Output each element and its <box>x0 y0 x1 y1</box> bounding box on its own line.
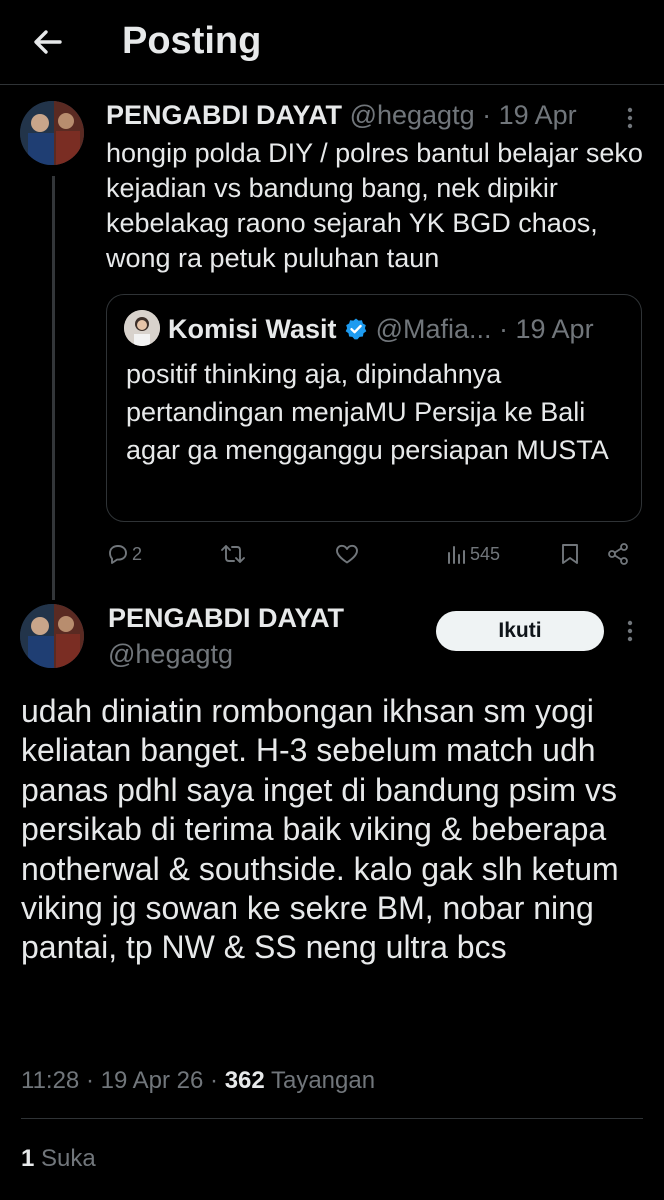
quote-avatar[interactable] <box>124 310 160 346</box>
thread-line <box>52 176 55 600</box>
likes-label: Suka <box>34 1145 96 1172</box>
header-divider <box>0 84 664 85</box>
quote-author-name: Komisi Wasit <box>168 314 337 344</box>
separator: · <box>474 100 499 130</box>
page-title: Posting <box>122 20 262 62</box>
more-options-button[interactable] <box>622 104 638 132</box>
author-name[interactable]: PENGABDI DAYAT <box>108 602 344 634</box>
quote-handle: @Mafia... <box>375 314 492 344</box>
like-button[interactable] <box>334 538 360 570</box>
more-options-button[interactable] <box>622 617 638 645</box>
views-button[interactable]: 545 <box>446 538 500 570</box>
reply-icon <box>109 545 127 564</box>
quote-date: 19 Apr <box>515 314 594 344</box>
reply-count: 2 <box>132 543 143 564</box>
author-handle[interactable]: @hegagtg <box>350 100 475 130</box>
verified-badge-icon <box>344 317 368 341</box>
tweet-meta: 11:28 · 19 Apr 26 · 362 Tayangan <box>21 1065 375 1097</box>
back-button[interactable] <box>30 24 66 60</box>
tweet-date[interactable]: 19 Apr <box>499 100 577 130</box>
follow-button[interactable]: Ikuti <box>436 611 604 651</box>
quote-text: positif thinking aja, dipindahnya pertan… <box>126 359 609 465</box>
share-icon <box>608 543 628 565</box>
retweet-button[interactable] <box>219 538 247 570</box>
author-handle[interactable]: @hegagtg <box>108 638 233 670</box>
separator: · <box>491 314 516 344</box>
quote-header: Komisi Wasit @Mafia... · 19 Apr <box>168 312 594 346</box>
bookmark-button[interactable] <box>559 538 581 570</box>
separator: · <box>203 1067 225 1094</box>
share-button[interactable] <box>606 538 630 570</box>
author-name[interactable]: PENGABDI DAYAT <box>106 100 342 130</box>
more-vertical-icon <box>627 107 633 129</box>
more-vertical-icon <box>627 620 633 642</box>
likes-summary[interactable]: 1 Suka <box>21 1143 96 1175</box>
views-count[interactable]: 362 <box>225 1067 265 1094</box>
heart-icon <box>336 544 358 564</box>
avatar[interactable] <box>20 101 84 165</box>
tweet-date[interactable]: 19 Apr 26 <box>101 1067 204 1094</box>
views-label[interactable]: Tayangan <box>265 1067 375 1094</box>
retweet-icon <box>221 545 245 563</box>
tweet-text: udah diniatin rombongan ikhsan sm yogi k… <box>21 693 619 966</box>
tweet-text: hongip polda DIY / polres bantul belajar… <box>106 138 643 273</box>
view-count: 545 <box>470 543 501 564</box>
avatar[interactable] <box>20 604 84 668</box>
reply-button[interactable]: 2 <box>106 538 142 570</box>
views-chart-icon <box>448 546 465 564</box>
arrow-left-icon <box>34 30 62 54</box>
bookmark-icon <box>562 544 578 564</box>
tweet-time[interactable]: 11:28 <box>21 1067 79 1094</box>
divider <box>21 1118 643 1119</box>
separator: · <box>79 1067 101 1094</box>
tweet1-header: PENGABDI DAYAT @hegagtg · 19 Apr <box>106 98 577 132</box>
likes-count: 1 <box>21 1145 35 1172</box>
